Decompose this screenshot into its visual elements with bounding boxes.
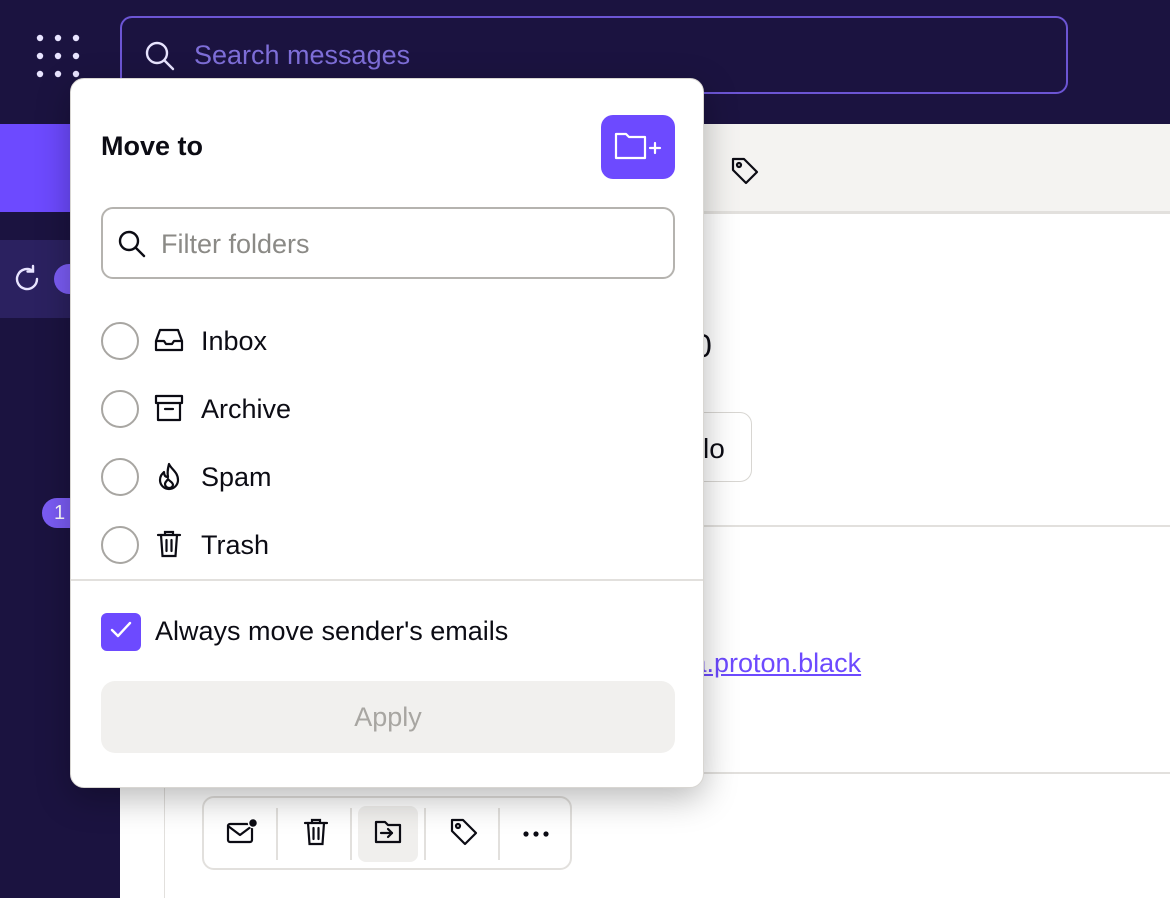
partial-button-label: lo [703, 433, 725, 464]
folder-plus-icon [614, 130, 662, 165]
inbox-icon [153, 325, 185, 360]
apply-button[interactable]: Apply [101, 681, 675, 753]
search-icon [144, 40, 176, 77]
folder-radio[interactable] [101, 458, 139, 496]
separator [498, 808, 500, 860]
separator [424, 808, 426, 860]
mark-unread-icon [226, 817, 259, 851]
trash-icon [303, 817, 329, 852]
message-link[interactable]: va.proton.black [678, 648, 861, 679]
folder-label: Trash [201, 530, 270, 560]
filter-folders-field [101, 207, 675, 279]
move-to-button[interactable] [358, 806, 418, 862]
move-to-icon [372, 818, 404, 851]
folder-radio[interactable] [101, 390, 139, 428]
trash-button[interactable] [286, 806, 346, 862]
search-icon [117, 229, 147, 264]
filter-folders-input[interactable] [159, 221, 653, 267]
more-icon [522, 825, 550, 843]
message-action-bar [202, 796, 572, 870]
folder-option-inbox[interactable]: Inbox [101, 311, 661, 371]
always-move-checkbox[interactable] [101, 613, 141, 651]
refresh-icon[interactable] [12, 264, 42, 299]
label-button[interactable] [434, 806, 494, 862]
fire-icon [153, 461, 185, 496]
more-button[interactable] [506, 806, 566, 862]
trash-icon [153, 529, 185, 564]
folder-option-archive[interactable]: Archive [101, 379, 661, 439]
folder-label: Spam [201, 462, 272, 492]
search-placeholder: Search messages [194, 40, 411, 70]
dropdown-title: Move to [101, 131, 204, 161]
separator [350, 808, 352, 860]
folder-radio[interactable] [101, 322, 139, 360]
folder-label: Inbox [201, 326, 268, 356]
folder-option-trash[interactable]: Trash [101, 515, 661, 575]
folder-radio[interactable] [101, 526, 139, 564]
create-folder-button[interactable] [601, 115, 675, 179]
folder-label: Archive [201, 394, 292, 424]
grid-dots-icon[interactable] [36, 34, 80, 78]
move-to-dropdown: Move to Inbox Archive [70, 78, 704, 788]
check-icon [109, 620, 133, 645]
separator [276, 808, 278, 860]
divider [71, 579, 703, 581]
label-icon[interactable] [730, 156, 760, 191]
label-icon [449, 817, 479, 852]
folder-option-spam[interactable]: Spam [101, 447, 661, 507]
always-move-label[interactable]: Always move sender's emails [155, 616, 508, 647]
mark-unread-button[interactable] [212, 806, 272, 862]
archive-icon [153, 393, 185, 428]
